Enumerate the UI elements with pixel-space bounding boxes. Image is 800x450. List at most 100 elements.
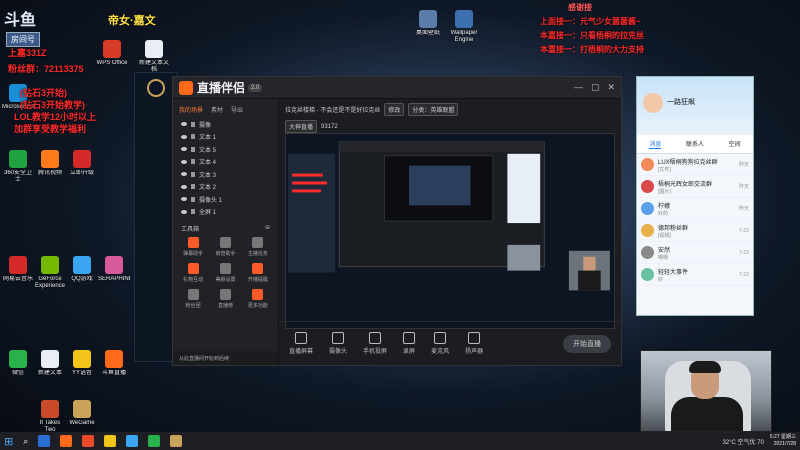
tool-button[interactable]: 粉丝团 bbox=[177, 289, 209, 309]
toolbar-button[interactable]: 扬声器 bbox=[465, 332, 483, 355]
clock[interactable]: 5:27 星期三 2021/7/28 bbox=[770, 434, 796, 448]
tag-chip[interactable]: 大神直播 bbox=[285, 120, 318, 133]
desktop-icon[interactable]: GeForce Experience bbox=[34, 256, 66, 290]
category-chip[interactable]: 分类：英雄联盟 bbox=[408, 103, 459, 116]
tool-button[interactable]: 直播榜 bbox=[209, 289, 241, 309]
taskbar-app-icon[interactable] bbox=[38, 435, 51, 447]
tool-button[interactable]: 礼物互动 bbox=[177, 263, 209, 283]
bottom-toolbar: 直播屏幕 摄像头 手机投屏 录屏 麦克风 扬声器 开始直播 bbox=[279, 321, 621, 365]
desktop-icon[interactable]: 腾讯视频 bbox=[34, 150, 66, 184]
lock-icon[interactable] bbox=[191, 209, 195, 215]
tool-icon bbox=[219, 237, 231, 248]
chat-list-item[interactable]: 安然 嗯嗯 7-22 bbox=[637, 242, 753, 264]
desktop-icon[interactable]: It Takes Two bbox=[34, 400, 66, 434]
chat-list-item[interactable]: 德邦粉丝群 [视频] 7-22 bbox=[637, 220, 753, 242]
stream-preview[interactable] bbox=[285, 133, 615, 329]
app-titlebar[interactable]: 直播伴侣 2.0 — ▢ ✕ bbox=[173, 77, 621, 99]
chat-preview: 嗯嗯 bbox=[658, 254, 669, 261]
app-icon bbox=[105, 350, 123, 368]
lock-icon[interactable] bbox=[191, 196, 195, 202]
tab-assets[interactable]: 素材 bbox=[211, 105, 223, 114]
eye-icon[interactable] bbox=[181, 159, 187, 164]
source-item[interactable]: 文本 5 bbox=[173, 143, 278, 156]
taskbar-app-icon[interactable] bbox=[170, 435, 183, 447]
tool-button[interactable]: 更多功能 bbox=[242, 289, 274, 309]
tool-button[interactable]: 房管助手 bbox=[209, 237, 241, 257]
eye-icon[interactable] bbox=[181, 122, 187, 127]
tool-button[interactable]: 弹幕助手 bbox=[177, 237, 209, 257]
search-icon[interactable]: ⌕ bbox=[23, 436, 28, 447]
eye-icon[interactable] bbox=[181, 147, 187, 152]
chat-list-item[interactable]: 梧桐光辉女郎交流群 [图片] 昨天 bbox=[637, 176, 753, 198]
toolbar-button[interactable]: 直播屏幕 bbox=[289, 332, 313, 355]
chat-time: 昨天 bbox=[738, 184, 749, 190]
tool-button[interactable]: 开播提醒 bbox=[242, 263, 274, 283]
desktop-icon[interactable]: WeGame bbox=[66, 400, 98, 434]
lock-icon[interactable] bbox=[191, 134, 195, 140]
desktop-icon[interactable]: 立即升级 bbox=[66, 150, 98, 184]
lock-icon[interactable] bbox=[191, 184, 195, 190]
desktop-icon[interactable]: Wallpaper Engine bbox=[448, 10, 480, 44]
minimize-button[interactable]: — bbox=[574, 82, 583, 93]
qq-window[interactable]: 一路狂飙 消息 联系人 空间 LUX梧桐狗狗拉克丝群 [文件] 昨天 梧桐光辉女郎交流… bbox=[636, 76, 754, 316]
toolbar-icon bbox=[369, 332, 382, 344]
close-button[interactable]: ✕ bbox=[607, 82, 615, 93]
taskbar-app-icon[interactable] bbox=[60, 435, 73, 447]
desktop-icon[interactable]: 桌面壁纸 bbox=[412, 10, 444, 44]
tab-my-scenes[interactable]: 我的场景 bbox=[179, 105, 203, 114]
chat-list-item[interactable]: LUX梧桐狗狗拉克丝群 [文件] 昨天 bbox=[637, 154, 753, 176]
chat-list-item[interactable]: 柠檬 好的 昨天 bbox=[637, 198, 753, 220]
tab-messages[interactable]: 消息 bbox=[649, 139, 662, 149]
eye-icon[interactable] bbox=[181, 184, 187, 189]
lock-icon[interactable] bbox=[191, 171, 195, 177]
desktop-icon[interactable]: 斗鱼直播 bbox=[98, 350, 130, 384]
lock-icon[interactable] bbox=[191, 146, 195, 152]
eye-icon[interactable] bbox=[181, 134, 187, 139]
desktop-icon[interactable]: 网易云音乐 bbox=[2, 256, 34, 290]
toolbar-button[interactable]: 录屏 bbox=[403, 332, 415, 355]
avatar bbox=[641, 268, 654, 281]
desktop-icon[interactable]: YY语音 bbox=[66, 350, 98, 384]
lock-icon[interactable] bbox=[191, 159, 195, 165]
toolbar-button[interactable]: 摄像头 bbox=[329, 332, 347, 355]
desktop-icon[interactable]: 新建文本文档 bbox=[138, 40, 170, 74]
source-item[interactable]: 文本 2 bbox=[173, 181, 278, 194]
eye-icon[interactable] bbox=[181, 172, 187, 177]
taskbar-app-icon[interactable] bbox=[82, 435, 95, 447]
desktop-icon[interactable]: 360安全卫士 bbox=[2, 150, 34, 184]
weather-text[interactable]: 32°C 空气优 70 bbox=[722, 437, 763, 446]
tab-export[interactable]: 导出 bbox=[231, 105, 243, 114]
source-item[interactable]: 全屏 1 bbox=[173, 206, 278, 219]
edit-title-button[interactable]: 修改 bbox=[384, 103, 405, 116]
start-live-button[interactable]: 开始直播 bbox=[563, 334, 611, 353]
tab-space[interactable]: 空间 bbox=[729, 139, 741, 149]
source-item[interactable]: 文本 4 bbox=[173, 156, 278, 169]
source-item[interactable]: 摄像 bbox=[173, 118, 278, 131]
chat-list-item[interactable]: 轻轻大事件好 7-22 bbox=[637, 264, 753, 286]
taskbar-app-icon[interactable] bbox=[148, 435, 161, 447]
taskbar-app-icon[interactable] bbox=[104, 435, 117, 447]
lock-icon[interactable] bbox=[191, 121, 195, 127]
tool-button[interactable]: 美颜设置 bbox=[209, 263, 241, 283]
source-item[interactable]: 文本 1 bbox=[173, 131, 278, 144]
eye-icon[interactable] bbox=[181, 197, 187, 202]
eye-icon[interactable] bbox=[181, 209, 187, 214]
desktop-icon[interactable]: 微信 bbox=[2, 350, 34, 384]
tab-contacts[interactable]: 联系人 bbox=[686, 139, 704, 149]
desktop-icon[interactable]: QQ游戏 bbox=[66, 256, 98, 290]
start-icon[interactable]: ⊞ bbox=[4, 435, 13, 448]
toolbar-button[interactable]: 麦克风 bbox=[431, 332, 449, 355]
source-item[interactable]: 摄像头 1 bbox=[173, 193, 278, 206]
avatar[interactable] bbox=[643, 93, 663, 113]
streaming-app-window[interactable]: 直播伴侣 2.0 — ▢ ✕ 我的场景 素材 导出 摄像 文本 1 文本 5 文本 4… bbox=[172, 76, 622, 366]
toolbar-button[interactable]: 手机投屏 bbox=[363, 332, 387, 355]
desktop-icon[interactable]: SERAPHINE bbox=[98, 256, 130, 290]
maximize-button[interactable]: ▢ bbox=[591, 82, 600, 93]
taskbar-app-icon[interactable] bbox=[126, 435, 139, 447]
toolbar-icon bbox=[434, 332, 447, 344]
tool-button[interactable]: 主播任务 bbox=[242, 237, 274, 257]
source-item[interactable]: 文本 3 bbox=[173, 168, 278, 181]
desktop-icon[interactable]: 新建文本 bbox=[34, 350, 66, 384]
desktop-icon[interactable]: WPS Office bbox=[96, 40, 128, 74]
tools-collapse-icon[interactable]: ⊖ bbox=[265, 224, 270, 233]
